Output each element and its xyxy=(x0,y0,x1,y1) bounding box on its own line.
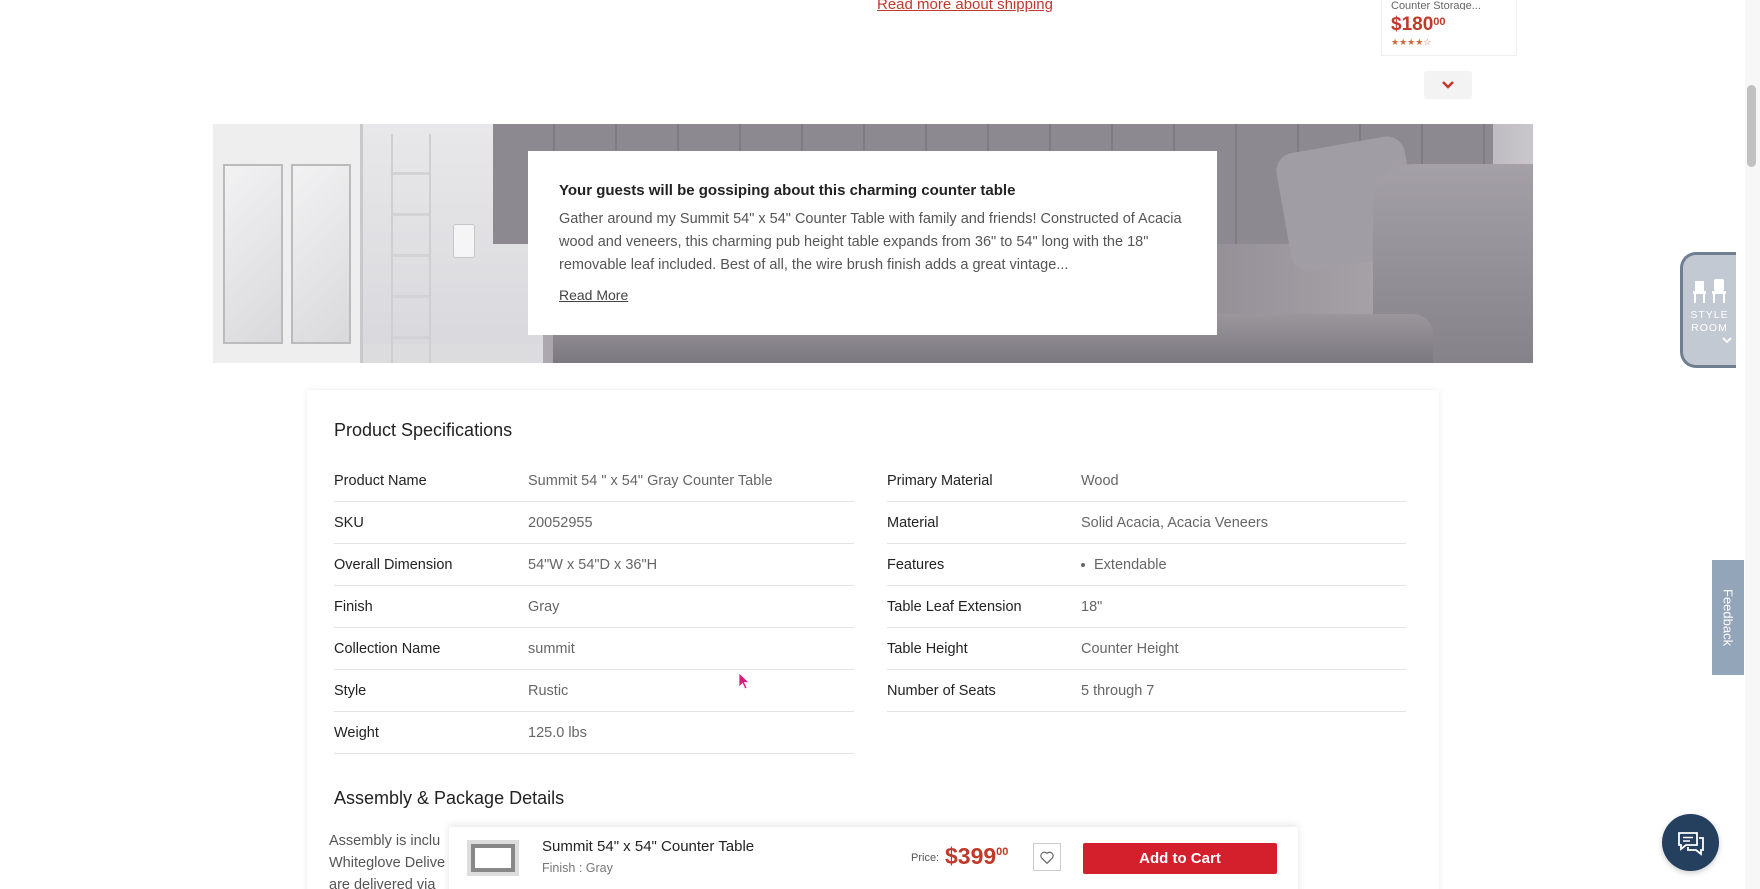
banner-description-card: Your guests will be gossiping about this… xyxy=(528,151,1217,335)
spec-row: Table Leaf Extension 18" xyxy=(887,586,1406,628)
sticky-finish: Finish : Gray xyxy=(542,861,613,875)
add-to-cart-button[interactable]: Add to Cart xyxy=(1083,843,1277,874)
recommendation-price-dollars: $180 xyxy=(1391,14,1434,35)
chat-button[interactable] xyxy=(1662,814,1719,871)
style-room-label: STYLE ROOM xyxy=(1690,309,1728,335)
recommendation-price-cents: 00 xyxy=(1433,16,1446,28)
scroll-down-button[interactable] xyxy=(1424,71,1472,99)
assembly-text: Assembly is inclu Whiteglove Delive are … xyxy=(329,830,459,889)
spec-value: Rustic xyxy=(528,682,569,699)
spec-label: Number of Seats xyxy=(887,682,996,699)
banner-title: Your guests will be gossiping about this… xyxy=(559,182,1016,199)
spec-feature-item: Extendable xyxy=(1094,556,1167,573)
spec-label: Primary Material xyxy=(887,472,993,489)
spec-value: 125.0 lbs xyxy=(528,724,587,741)
spec-row: Material Solid Acacia, Acacia Veneers xyxy=(887,502,1406,544)
bullet-icon xyxy=(1081,562,1085,567)
spec-row: Number of Seats 5 through 7 xyxy=(887,670,1406,712)
spec-label: Material xyxy=(887,514,939,531)
assembly-heading: Assembly & Package Details xyxy=(334,788,565,808)
banner-description: Gather around my Summit 54" x 54" Counte… xyxy=(559,211,1182,273)
spec-value-list: Extendable xyxy=(1081,557,1167,573)
spec-value: Wood xyxy=(1081,472,1119,489)
spec-label: Product Name xyxy=(334,472,427,489)
feedback-tab[interactable]: Feedback xyxy=(1712,560,1744,675)
spec-row: Weight 125.0 lbs xyxy=(334,712,854,754)
style-room-button[interactable]: STYLE ROOM xyxy=(1680,252,1736,368)
assembly-text-line: are delivered via xyxy=(329,877,436,889)
spec-value: Gray xyxy=(528,598,560,615)
recommendation-name: Counter Storage... xyxy=(1391,0,1481,10)
spec-value: Solid Acacia, Acacia Veneers xyxy=(1081,514,1269,531)
spec-value: 5 through 7 xyxy=(1081,682,1155,699)
cabinet-door xyxy=(291,164,351,344)
mouse-cursor-icon xyxy=(738,672,750,690)
spec-value: 20052955 xyxy=(528,514,593,531)
chat-icon xyxy=(1677,831,1704,856)
cabinet-door xyxy=(223,164,283,344)
spec-row: Table Height Counter Height xyxy=(887,628,1406,670)
chairs-icon xyxy=(1692,279,1726,303)
spec-label: SKU xyxy=(334,514,364,531)
spec-value: 54"W x 54"D x 36"H xyxy=(528,556,658,573)
feedback-label: Feedback xyxy=(1720,588,1736,647)
spec-row: Product Name Summit 54 " x 54" Gray Count… xyxy=(334,460,854,502)
assembly-text-line: Whiteglove Delive xyxy=(329,855,446,871)
spec-row: Finish Gray xyxy=(334,586,854,628)
chevron-down-icon xyxy=(1721,337,1732,344)
specs-right-column: Primary Material Wood Material Solid Acaci… xyxy=(887,460,1406,712)
spec-label: Features xyxy=(887,556,945,573)
spec-label: Weight xyxy=(334,724,379,741)
banner-cabinet xyxy=(213,124,363,363)
banner-outlet xyxy=(453,224,475,258)
spec-value: 18" xyxy=(1081,598,1103,615)
read-more-link[interactable]: Read More xyxy=(559,287,628,303)
sticky-product-name: Summit 54" x 54" Counter Table xyxy=(542,838,755,855)
spec-row: Primary Material Wood xyxy=(887,460,1406,502)
sticky-price-dollars: $399 xyxy=(945,843,997,869)
sticky-cart-bar: Summit 54" x 54" Counter Table Finish : … xyxy=(449,827,1298,889)
sticky-price: $39900 xyxy=(945,843,1008,870)
style-room-line: ROOM xyxy=(1691,322,1728,334)
spec-row: Features Extendable xyxy=(887,544,1406,586)
spec-label: Table Height xyxy=(887,640,968,657)
specifications-heading: Product Specifications xyxy=(334,420,513,440)
style-room-line: STYLE xyxy=(1690,309,1729,321)
spec-row: SKU 20052955 xyxy=(334,502,854,544)
scrollbar-thumb[interactable] xyxy=(1747,85,1756,167)
recommendation-card[interactable]: Counter Storage... $18000 ★★★★☆ xyxy=(1381,0,1517,56)
product-thumbnail xyxy=(467,840,519,876)
heart-icon xyxy=(1040,851,1054,864)
spec-label: Table Leaf Extension xyxy=(887,598,1022,615)
spec-value: Summit 54 " x 54" Gray Counter Table xyxy=(528,472,773,489)
rating-stars: ★★★★☆ xyxy=(1391,37,1432,47)
spec-label: Collection Name xyxy=(334,640,441,657)
banner-shelf xyxy=(391,134,431,363)
specs-left-column: Product Name Summit 54 " x 54" Gray Count… xyxy=(334,460,854,754)
price-label: Price: xyxy=(911,852,940,864)
spec-label: Style xyxy=(334,682,367,699)
spec-row: Collection Name summit xyxy=(334,628,854,670)
spec-label: Finish xyxy=(334,598,373,615)
product-specifications-panel: Product Specifications Product Name Summi… xyxy=(307,390,1439,889)
chevron-down-icon xyxy=(1442,81,1454,89)
recommendation-price: $18000 xyxy=(1391,14,1507,36)
read-more-shipping-link[interactable]: Read more about shipping xyxy=(877,0,1053,13)
spec-row: Overall Dimension 54"W x 54"D x 36"H xyxy=(334,544,854,586)
spec-value: summit xyxy=(528,640,575,657)
wishlist-button[interactable] xyxy=(1033,843,1061,871)
spec-label: Overall Dimension xyxy=(334,556,453,573)
spec-row: Style Rustic xyxy=(334,670,854,712)
assembly-text-line: Assembly is inclu xyxy=(329,833,441,849)
spec-value: Counter Height xyxy=(1081,640,1179,657)
sticky-price-cents: 00 xyxy=(996,846,1009,858)
